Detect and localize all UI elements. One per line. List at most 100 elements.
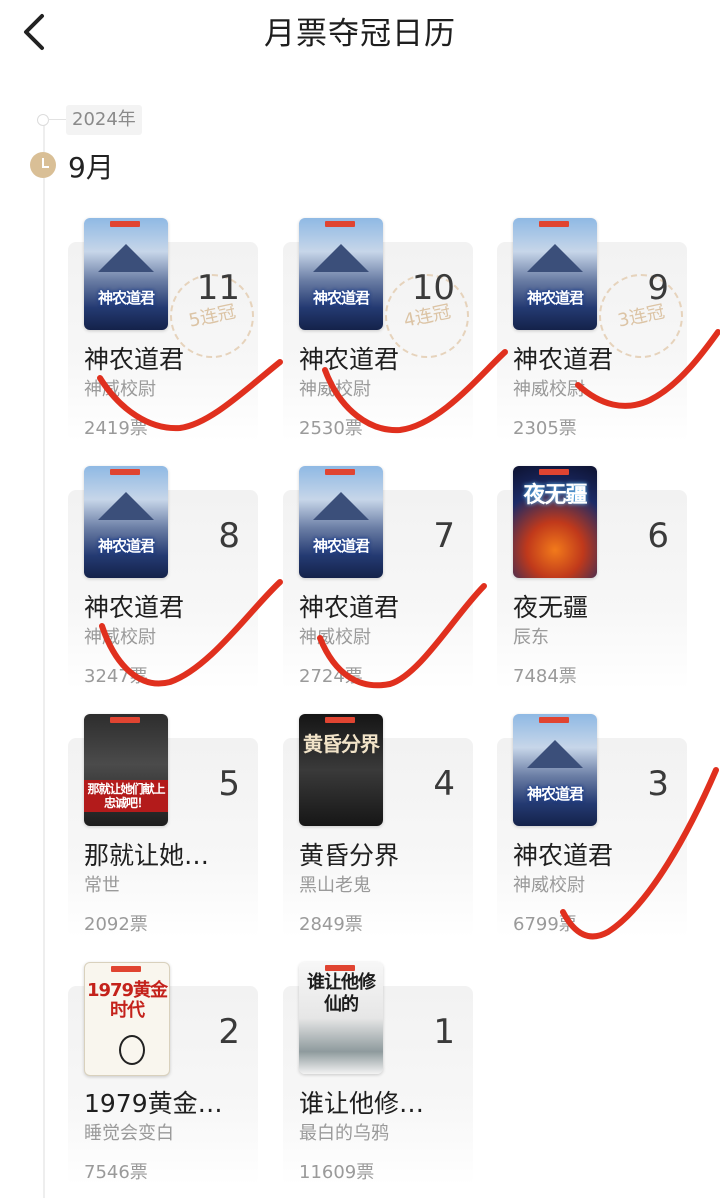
- streak-label: 3连冠: [615, 301, 667, 332]
- day-number: 6: [647, 516, 669, 556]
- book-cover[interactable]: 1979黄金时代: [84, 962, 170, 1076]
- year-badge: 2024年: [66, 105, 142, 135]
- book-title[interactable]: 神农道君: [513, 836, 683, 872]
- cover-title: 黄昏分界: [303, 732, 380, 756]
- header-bar: 月票夺冠日历: [0, 0, 720, 64]
- winner-card[interactable]: 1979黄金时代 2 1979黄金… 睡觉会变白 7546票: [68, 962, 258, 1186]
- book-author: 神威校尉: [84, 627, 156, 648]
- book-cover[interactable]: 谁让他修仙的: [299, 962, 383, 1074]
- book-author: 神威校尉: [299, 627, 371, 648]
- vote-count: 6799票: [513, 914, 577, 935]
- book-cover[interactable]: 神农道君: [84, 466, 168, 578]
- day-number: 9: [647, 268, 669, 308]
- day-number: 2: [218, 1012, 240, 1052]
- cover-title: 神农道君: [97, 289, 155, 307]
- winner-card[interactable]: 谁让他修仙的 1 谁让他修… 最白的乌鸦 11609票: [283, 962, 473, 1186]
- book-title[interactable]: 夜无疆: [513, 588, 683, 624]
- publisher-logo: [111, 966, 141, 972]
- book-title[interactable]: 谁让他修…: [299, 1084, 469, 1120]
- vote-count: 2849票: [299, 914, 363, 935]
- cover-title: 神农道君: [312, 537, 370, 555]
- page-title: 月票夺冠日历: [264, 16, 456, 52]
- timeline-line: [43, 125, 45, 1198]
- vote-count: 3247票: [84, 666, 148, 687]
- pavilion-illustration: [527, 740, 583, 768]
- pavilion-illustration: [98, 244, 154, 272]
- winner-card[interactable]: 黄昏分界 4 黄昏分界黑山老鬼 2849票: [283, 714, 473, 938]
- book-author: 睡觉会变白: [84, 1123, 174, 1144]
- cover-title: 神农道君: [526, 785, 584, 803]
- book-cover[interactable]: 神农道君: [299, 218, 383, 330]
- book-author: 神威校尉: [84, 379, 156, 400]
- book-title[interactable]: 神农道君: [299, 340, 469, 376]
- winner-card[interactable]: 神农道君 3 神农道君神威校尉 6799票: [497, 714, 687, 938]
- publisher-logo: [539, 717, 569, 723]
- cover-title: 谁让他修仙的: [307, 972, 376, 1015]
- book-cover[interactable]: 神农道君: [513, 218, 597, 330]
- year-dot: [37, 114, 49, 126]
- winner-card[interactable]: 那就让她们献上忠诚吧！ 5 那就让她… 常世 2092票: [68, 714, 258, 938]
- book-title[interactable]: 神农道君: [84, 340, 254, 376]
- book-cover[interactable]: 黄昏分界: [299, 714, 383, 826]
- book-cover[interactable]: 神农道君: [84, 218, 168, 330]
- day-number: 3: [647, 764, 669, 804]
- winner-card[interactable]: 神农道君 7 神农道君神威校尉 2724票: [283, 466, 473, 690]
- book-cover[interactable]: 神农道君: [513, 714, 597, 826]
- book-cover[interactable]: 那就让她们献上忠诚吧！: [84, 714, 168, 826]
- pavilion-illustration: [98, 492, 154, 520]
- day-number: 10: [411, 268, 455, 308]
- winner-card[interactable]: 3连冠 神农道君 9 神农道君 神威校尉 2305票: [497, 218, 687, 442]
- winner-card[interactable]: 4连冠 神农道君 10 神农道君 神威校尉 2530票: [283, 218, 473, 442]
- book-cover[interactable]: 夜无疆: [513, 466, 597, 578]
- book-title[interactable]: 神农道君: [84, 588, 254, 624]
- winner-card[interactable]: 夜无疆 6 夜无疆辰东 7484票: [497, 466, 687, 690]
- cover-title: 神农道君: [97, 537, 155, 555]
- clock-icon: [30, 152, 56, 178]
- day-number: 1: [433, 1012, 455, 1052]
- month-label: 9月: [68, 151, 114, 184]
- winner-card[interactable]: 神农道君 8 神农道君神威校尉 3247票: [68, 466, 258, 690]
- publisher-logo: [325, 717, 355, 723]
- cover-title: 神农道君: [526, 289, 584, 307]
- book-title[interactable]: 1979黄金…: [84, 1084, 254, 1120]
- cartoon-face-illustration: [119, 1035, 145, 1065]
- publisher-logo: [110, 469, 140, 475]
- book-cover[interactable]: 神农道君: [299, 466, 383, 578]
- cover-title: 1979黄金时代: [86, 980, 168, 1021]
- publisher-logo: [325, 965, 355, 971]
- pavilion-illustration: [313, 492, 369, 520]
- book-title[interactable]: 黄昏分界: [299, 836, 469, 872]
- book-title[interactable]: 那就让她…: [84, 836, 254, 872]
- vote-count: 2724票: [299, 666, 363, 687]
- vote-count: 11609票: [299, 1162, 375, 1183]
- publisher-logo: [539, 469, 569, 475]
- winner-card[interactable]: 5连冠 神农道君 11 神农道君 神威校尉 2419票: [68, 218, 258, 442]
- day-number: 8: [218, 516, 240, 556]
- book-title[interactable]: 神农道君: [513, 340, 683, 376]
- pavilion-illustration: [313, 244, 369, 272]
- vote-count: 7546票: [84, 1162, 148, 1183]
- book-author: 黑山老鬼: [299, 875, 371, 896]
- cover-title: 夜无疆: [523, 483, 587, 508]
- cover-title: 那就让她们献上忠诚吧！: [84, 780, 168, 812]
- publisher-logo: [325, 469, 355, 475]
- publisher-logo: [110, 221, 140, 227]
- publisher-logo: [325, 221, 355, 227]
- day-number: 4: [433, 764, 455, 804]
- vote-count: 2530票: [299, 418, 363, 439]
- book-author: 神威校尉: [299, 379, 371, 400]
- vote-count: 7484票: [513, 666, 577, 687]
- book-author: 辰东: [513, 627, 549, 648]
- book-title[interactable]: 神农道君: [299, 588, 469, 624]
- year-connector: [48, 119, 66, 120]
- book-author: 神威校尉: [513, 875, 585, 896]
- publisher-logo: [110, 717, 140, 723]
- day-number: 5: [218, 764, 240, 804]
- cover-title: 神农道君: [312, 289, 370, 307]
- pavilion-illustration: [527, 244, 583, 272]
- book-author: 常世: [84, 875, 120, 896]
- day-number: 11: [196, 268, 240, 308]
- day-number: 7: [433, 516, 455, 556]
- book-author: 最白的乌鸦: [299, 1123, 389, 1144]
- vote-count: 2305票: [513, 418, 577, 439]
